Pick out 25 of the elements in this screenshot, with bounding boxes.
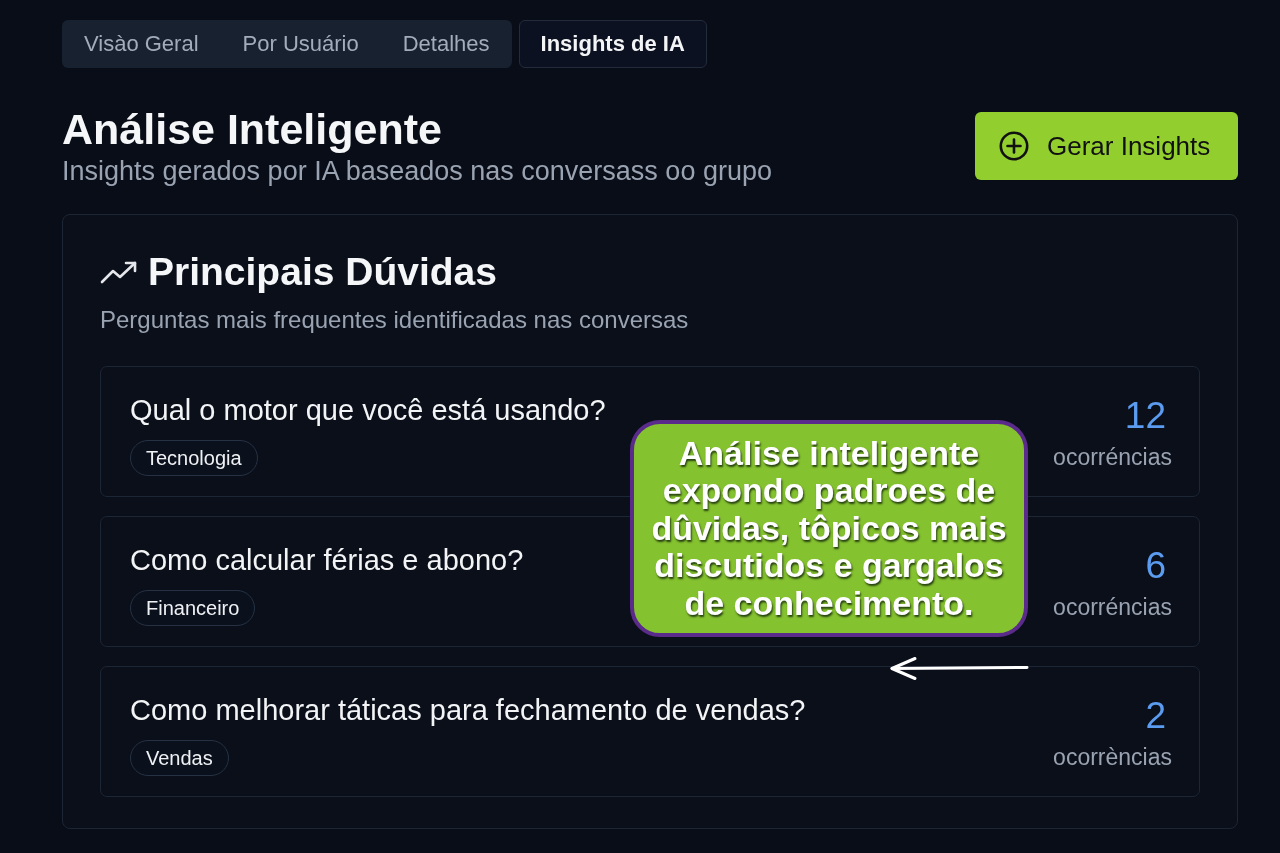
- occurrence-label: ocorréncias: [1053, 443, 1172, 471]
- tab[interactable]: Por Usuário: [220, 20, 381, 68]
- tab[interactable]: Insights de IA: [518, 20, 707, 68]
- generate-insights-button[interactable]: Gerar Insights: [975, 112, 1238, 180]
- occurrence-count: 12: [1124, 395, 1167, 437]
- card-title: Principais Dúvidas: [148, 249, 497, 295]
- occurrence-count: 6: [1145, 545, 1167, 587]
- occurrence-label: ocorrèncias: [1053, 743, 1172, 771]
- trend-up-icon: [100, 260, 138, 284]
- occurrence-count: 2: [1145, 695, 1167, 737]
- category-tag: Vendas: [130, 740, 229, 776]
- tab[interactable]: Visào Geral: [62, 20, 221, 68]
- category-tag: Financeiro: [130, 590, 256, 626]
- left-arrow-icon: [889, 656, 1029, 681]
- tab[interactable]: Detalhes: [380, 20, 512, 68]
- question-text: Qual o motor que você está usando?: [130, 393, 606, 427]
- plus-circle-icon: [999, 131, 1029, 161]
- card-description: Perguntas mais frequentes identificadas nas conversas: [100, 305, 690, 335]
- occurrence-label: ocorréncias: [1053, 593, 1172, 621]
- page-title: Análise Inteligente: [62, 104, 443, 154]
- question-text: Como melhorar táticas para fechamento de vendas?: [130, 693, 806, 727]
- category-tag: Tecnologia: [130, 440, 258, 476]
- annotation-callout: Análise inteligente expondo padroes de dûvidas, tôpicos mais discutidos e gargalos de conhecimento.: [630, 420, 1028, 637]
- question-text: Como calcular férias e abono?: [130, 543, 524, 577]
- page-subtitle: Insights gerados por IA baseados nas conversass oo grupo: [62, 155, 772, 188]
